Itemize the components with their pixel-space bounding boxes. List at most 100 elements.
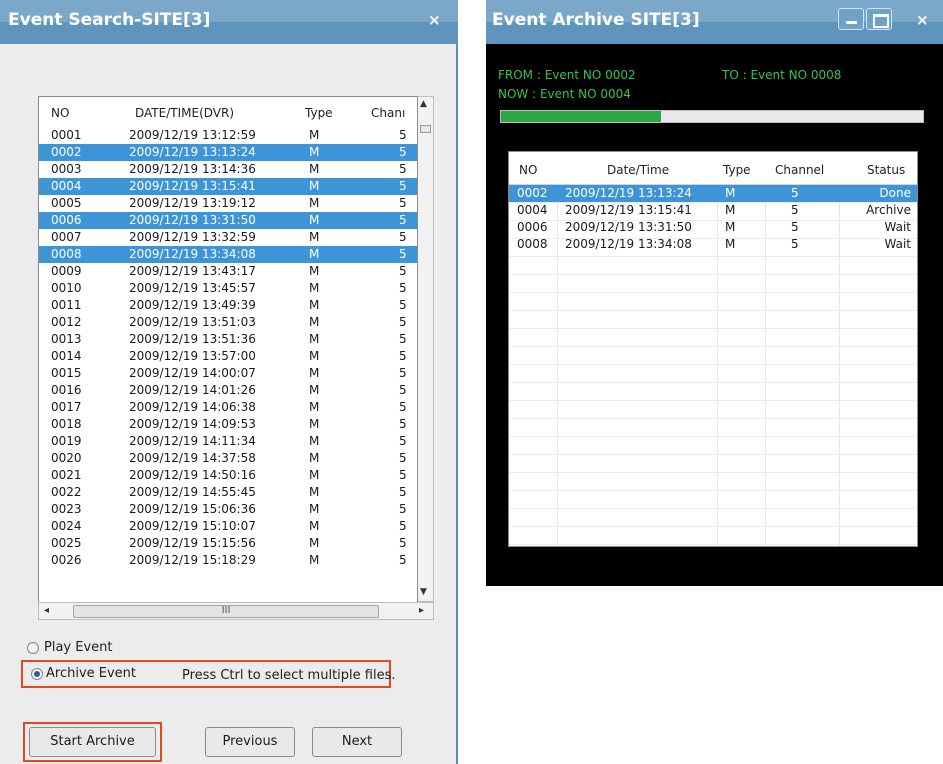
column-header-type[interactable]: Type xyxy=(723,163,751,177)
cell-type: M xyxy=(309,417,320,431)
event-list-horizontal-scrollbar[interactable]: ◂ III ▸ xyxy=(38,602,434,620)
table-row[interactable]: 0020 2009/12/19 14:37:58 M 5 xyxy=(39,450,417,467)
archive-event-label[interactable]: Archive Event xyxy=(46,666,136,681)
cell-channel: 5 xyxy=(399,366,407,380)
cell-datetime: 2009/12/19 15:06:36 xyxy=(129,502,256,516)
table-row[interactable]: 0021 2009/12/19 14:50:16 M 5 xyxy=(39,467,417,484)
play-event-label[interactable]: Play Event xyxy=(44,640,113,655)
table-row[interactable]: 0006 2009/12/19 13:31:50 M 5 xyxy=(39,212,417,229)
cell-type: M xyxy=(309,383,320,397)
cell-datetime: 2009/12/19 13:51:03 xyxy=(129,315,256,329)
cell-no: 0006 xyxy=(517,220,548,234)
column-header-channel[interactable]: Channel xyxy=(775,163,824,177)
cell-type: M xyxy=(309,502,320,516)
cell-no: 0004 xyxy=(517,203,548,217)
table-row[interactable]: 0023 2009/12/19 15:06:36 M 5 xyxy=(39,501,417,518)
column-header-status[interactable]: Status xyxy=(867,163,905,177)
archive-list[interactable]: NO Date/Time Type Channel Status 0002 200… xyxy=(508,151,918,547)
cell-channel: 5 xyxy=(399,264,407,278)
cell-datetime: 2009/12/19 13:34:08 xyxy=(129,247,256,261)
cell-datetime: 2009/12/19 13:49:39 xyxy=(129,298,256,312)
column-header-no[interactable]: NO xyxy=(519,163,537,177)
table-row[interactable]: 0007 2009/12/19 13:32:59 M 5 xyxy=(39,229,417,246)
minimize-icon[interactable] xyxy=(838,8,864,30)
cell-no: 0018 xyxy=(51,417,82,431)
column-header-datetime[interactable]: DATE/TIME(DVR) xyxy=(135,106,234,120)
scroll-up-icon[interactable]: ▲ xyxy=(420,99,427,109)
cell-type: M xyxy=(725,220,736,234)
cell-datetime: 2009/12/19 14:50:16 xyxy=(129,468,256,482)
table-row[interactable]: 0004 2009/12/19 13:15:41 M 5 Archive xyxy=(509,202,917,219)
table-row[interactable]: 0002 2009/12/19 13:13:24 M 5 xyxy=(39,144,417,161)
maximize-icon[interactable] xyxy=(866,8,892,30)
archive-list-rows: 0002 2009/12/19 13:13:24 M 5 Done 0004 2009/12… xyxy=(509,185,917,253)
cell-channel: 5 xyxy=(399,434,407,448)
cell-type: M xyxy=(309,468,320,482)
cell-channel: 5 xyxy=(791,203,799,217)
cell-datetime: 2009/12/19 13:15:41 xyxy=(565,203,692,217)
table-row[interactable]: 0022 2009/12/19 14:55:45 M 5 xyxy=(39,484,417,501)
table-row[interactable]: 0009 2009/12/19 13:43:17 M 5 xyxy=(39,263,417,280)
table-row[interactable]: 0015 2009/12/19 14:00:07 M 5 xyxy=(39,365,417,382)
scroll-right-icon[interactable]: ▸ xyxy=(419,605,424,616)
close-icon[interactable]: × xyxy=(428,11,441,29)
scroll-thumb[interactable] xyxy=(420,125,431,133)
table-row[interactable]: 0012 2009/12/19 13:51:03 M 5 xyxy=(39,314,417,331)
cell-no: 0009 xyxy=(51,264,82,278)
event-archive-titlebar[interactable]: Event Archive SITE[3] × xyxy=(486,0,943,44)
event-list-vertical-scrollbar[interactable]: ▲ ▼ xyxy=(418,96,434,602)
column-header-no[interactable]: NO xyxy=(51,106,69,120)
table-row[interactable]: 0017 2009/12/19 14:06:38 M 5 xyxy=(39,399,417,416)
cell-no: 0026 xyxy=(51,553,82,567)
cell-channel: 5 xyxy=(399,332,407,346)
cell-channel: 5 xyxy=(399,485,407,499)
cell-no: 0015 xyxy=(51,366,82,380)
cell-channel: 5 xyxy=(399,162,407,176)
table-row[interactable]: 0016 2009/12/19 14:01:26 M 5 xyxy=(39,382,417,399)
event-list[interactable]: NO DATE/TIME(DVR) Type Chanı 0001 2009/12… xyxy=(38,96,418,620)
table-row[interactable]: 0001 2009/12/19 13:12:59 M 5 xyxy=(39,127,417,144)
start-archive-button[interactable]: Start Archive xyxy=(29,727,156,757)
previous-button[interactable]: Previous xyxy=(205,727,295,757)
table-row[interactable]: 0014 2009/12/19 13:57:00 M 5 xyxy=(39,348,417,365)
table-row[interactable]: 0013 2009/12/19 13:51:36 M 5 xyxy=(39,331,417,348)
play-event-radio[interactable] xyxy=(27,642,39,654)
table-row[interactable]: 0004 2009/12/19 13:15:41 M 5 xyxy=(39,178,417,195)
cell-type: M xyxy=(309,162,320,176)
cell-no: 0025 xyxy=(51,536,82,550)
next-button[interactable]: Next xyxy=(312,727,402,757)
archive-event-radio[interactable] xyxy=(31,668,43,680)
table-row[interactable]: 0010 2009/12/19 13:45:57 M 5 xyxy=(39,280,417,297)
table-row[interactable]: 0008 2009/12/19 13:34:08 M 5 Wait xyxy=(509,236,917,253)
close-icon[interactable]: × xyxy=(916,11,929,29)
hscroll-thumb[interactable]: III xyxy=(73,605,379,618)
table-row[interactable]: 0008 2009/12/19 13:34:08 M 5 xyxy=(39,246,417,263)
cell-channel: 5 xyxy=(399,145,407,159)
cell-channel: 5 xyxy=(791,237,799,251)
column-header-type[interactable]: Type xyxy=(305,106,333,120)
column-header-channel[interactable]: Chanı xyxy=(371,106,405,120)
cell-no: 0021 xyxy=(51,468,82,482)
table-row[interactable]: 0002 2009/12/19 13:13:24 M 5 Done xyxy=(509,185,917,202)
cell-channel: 5 xyxy=(399,536,407,550)
cell-channel: 5 xyxy=(791,186,799,200)
cell-datetime: 2009/12/19 13:14:36 xyxy=(129,162,256,176)
cell-no: 0001 xyxy=(51,128,82,142)
cell-status: Done xyxy=(879,186,911,200)
cell-type: M xyxy=(309,281,320,295)
cell-type: M xyxy=(309,519,320,533)
scroll-left-icon[interactable]: ◂ xyxy=(44,605,49,616)
table-row[interactable]: 0005 2009/12/19 13:19:12 M 5 xyxy=(39,195,417,212)
scroll-down-icon[interactable]: ▼ xyxy=(420,587,427,597)
table-row[interactable]: 0011 2009/12/19 13:49:39 M 5 xyxy=(39,297,417,314)
table-row[interactable]: 0025 2009/12/19 15:15:56 M 5 xyxy=(39,535,417,552)
event-search-titlebar[interactable]: Event Search-SITE[3] × xyxy=(0,0,458,44)
table-row[interactable]: 0019 2009/12/19 14:11:34 M 5 xyxy=(39,433,417,450)
table-row[interactable]: 0024 2009/12/19 15:10:07 M 5 xyxy=(39,518,417,535)
table-row[interactable]: 0018 2009/12/19 14:09:53 M 5 xyxy=(39,416,417,433)
table-row[interactable]: 0006 2009/12/19 13:31:50 M 5 Wait xyxy=(509,219,917,236)
cell-type: M xyxy=(309,230,320,244)
table-row[interactable]: 0026 2009/12/19 15:18:29 M 5 xyxy=(39,552,417,569)
table-row[interactable]: 0003 2009/12/19 13:14:36 M 5 xyxy=(39,161,417,178)
column-header-datetime[interactable]: Date/Time xyxy=(607,163,669,177)
